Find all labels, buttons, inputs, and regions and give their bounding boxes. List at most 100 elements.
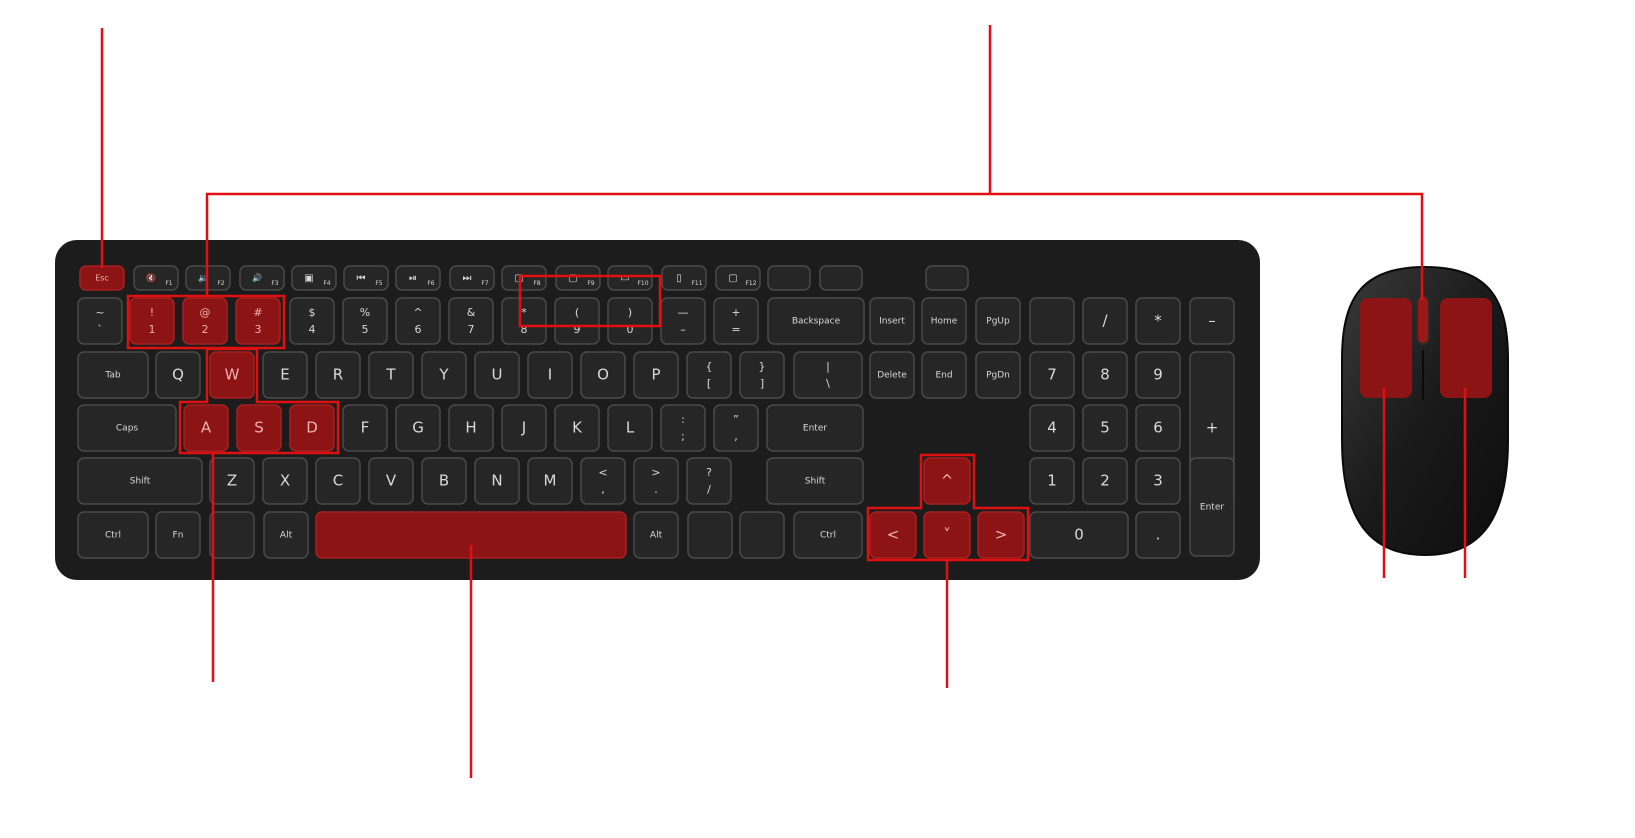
key-cap[interactable] — [554, 297, 600, 345]
key-q[interactable]: Q — [155, 351, 201, 399]
key-blank[interactable]: >. — [633, 457, 679, 505]
key-7[interactable]: &7 — [448, 297, 494, 345]
key-blank[interactable]: ▭ F10 — [607, 265, 653, 291]
key-3[interactable]: 3 — [1135, 457, 1181, 505]
key-8[interactable]: *8 — [501, 297, 547, 345]
key-blank[interactable]: ⏭ F7 — [449, 265, 495, 291]
key-blank[interactable]: ⏯ F6 — [395, 265, 441, 291]
key-backspace[interactable]: Backspace — [767, 297, 865, 345]
key-blank[interactable]: ▢ F12 — [715, 265, 761, 291]
key-blank[interactable]: ?/ — [686, 457, 732, 505]
key-blank[interactable]: ~` — [77, 297, 123, 345]
key-cap[interactable] — [129, 297, 175, 345]
key-t[interactable]: T — [368, 351, 414, 399]
key-cap[interactable] — [687, 511, 733, 559]
key-1[interactable]: !1 — [129, 297, 175, 345]
key-4[interactable]: $4 — [289, 297, 335, 345]
key-tab[interactable]: Tab — [77, 351, 149, 399]
key-blank[interactable]: ⏮ F5 — [343, 265, 389, 291]
key-z[interactable]: Z — [209, 457, 255, 505]
key-blank[interactable]: > — [977, 511, 1025, 559]
key-u[interactable]: U — [474, 351, 520, 399]
key-cap[interactable] — [1029, 297, 1075, 345]
key-b[interactable]: B — [421, 457, 467, 505]
key-cap[interactable] — [289, 297, 335, 345]
key-d[interactable]: D — [289, 404, 335, 452]
key-cap[interactable] — [925, 265, 969, 291]
key-cap[interactable] — [660, 297, 706, 345]
key-blank[interactable]: ”, — [713, 404, 759, 452]
key-blank[interactable]: < — [869, 511, 917, 559]
key-cap[interactable] — [660, 404, 706, 452]
key-j[interactable]: J — [501, 404, 547, 452]
mouse-scroll-wheel[interactable] — [1416, 295, 1430, 345]
key-k[interactable]: K — [554, 404, 600, 452]
key-blank[interactable]: ▢ F9 — [555, 265, 601, 291]
key-fn[interactable]: Fn — [155, 511, 201, 559]
key-o[interactable]: O — [580, 351, 626, 399]
key-cap[interactable] — [739, 511, 785, 559]
key-caps[interactable]: Caps — [77, 404, 177, 452]
key-f[interactable]: F — [342, 404, 388, 452]
key-blank[interactable]: * — [1135, 297, 1181, 345]
key-cap[interactable] — [607, 297, 653, 345]
key-blank[interactable] — [739, 511, 785, 559]
key-blank[interactable]: ▯ F11 — [661, 265, 707, 291]
key-blank[interactable] — [767, 265, 811, 291]
key-x[interactable]: X — [262, 457, 308, 505]
key-l[interactable]: L — [607, 404, 653, 452]
key-blank[interactable]: ^ — [923, 457, 971, 505]
key-cap[interactable] — [793, 351, 863, 399]
key-2[interactable]: @2 — [182, 297, 228, 345]
key-5[interactable]: %5 — [342, 297, 388, 345]
key-enter[interactable]: Enter — [1189, 457, 1235, 557]
key-blank[interactable] — [687, 511, 733, 559]
key-cap[interactable] — [713, 297, 759, 345]
key-esc[interactable]: Esc — [79, 265, 125, 291]
key-blank[interactable]: —– — [660, 297, 706, 345]
key-cap[interactable] — [395, 297, 441, 345]
key-cap[interactable] — [739, 351, 785, 399]
key-cap[interactable] — [633, 457, 679, 505]
key-end[interactable]: End — [921, 351, 967, 399]
key-7[interactable]: 7 — [1029, 351, 1075, 399]
key-blank[interactable]: 🔊 F3 — [239, 265, 285, 291]
key-blank[interactable] — [1029, 297, 1075, 345]
key-blank[interactable] — [819, 265, 863, 291]
key-insert[interactable]: Insert — [869, 297, 915, 345]
key-9[interactable]: (9 — [554, 297, 600, 345]
key-s[interactable]: S — [236, 404, 282, 452]
key-cap[interactable] — [713, 404, 759, 452]
key-cap[interactable] — [686, 457, 732, 505]
key-2[interactable]: 2 — [1082, 457, 1128, 505]
key-pgup[interactable]: PgUp — [975, 297, 1021, 345]
key-blank[interactable]: }] — [739, 351, 785, 399]
key-blank[interactable]: {[ — [686, 351, 732, 399]
key-blank[interactable] — [925, 265, 969, 291]
key-cap[interactable] — [819, 265, 863, 291]
key-shift[interactable]: Shift — [77, 457, 203, 505]
key-blank[interactable]: += — [713, 297, 759, 345]
key-e[interactable]: E — [262, 351, 308, 399]
key-ctrl[interactable]: Ctrl — [793, 511, 863, 559]
key-m[interactable]: M — [527, 457, 573, 505]
key-home[interactable]: Home — [921, 297, 967, 345]
key-blank[interactable]: <, — [580, 457, 626, 505]
key-8[interactable]: 8 — [1082, 351, 1128, 399]
key-cap[interactable] — [686, 351, 732, 399]
key-pgdn[interactable]: PgDn — [975, 351, 1021, 399]
key-blank[interactable]: . — [1135, 511, 1181, 559]
key-delete[interactable]: Delete — [869, 351, 915, 399]
mouse-right-button[interactable] — [1440, 298, 1492, 398]
key-cap[interactable] — [580, 457, 626, 505]
key-cap[interactable] — [209, 511, 255, 559]
key-shift[interactable]: Shift — [766, 457, 864, 505]
key-blank[interactable]: |\ — [793, 351, 863, 399]
key-cap[interactable] — [235, 297, 281, 345]
key-blank[interactable]: ▣ F4 — [291, 265, 337, 291]
key-cap[interactable] — [767, 265, 811, 291]
key-blank[interactable]: ▢ F8 — [501, 265, 547, 291]
key-alt[interactable]: Alt — [633, 511, 679, 559]
key-blank[interactable]: / — [1082, 297, 1128, 345]
mouse-left-button[interactable] — [1360, 298, 1412, 398]
